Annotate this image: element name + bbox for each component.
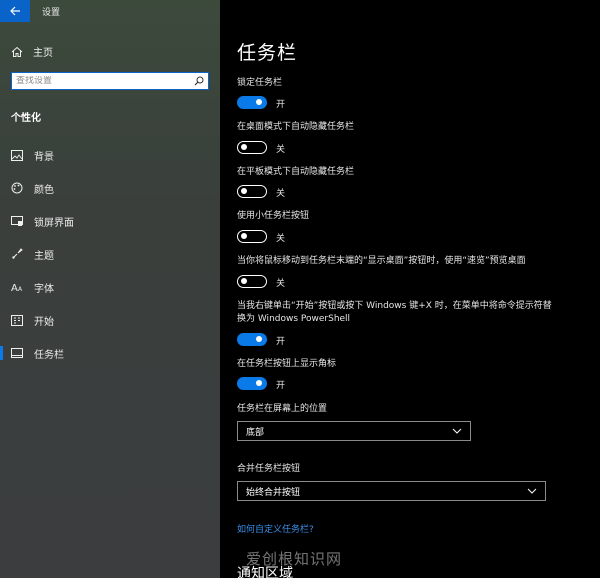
- toggle-knob: [241, 233, 247, 239]
- sidebar-item-themes[interactable]: 主题: [0, 243, 220, 265]
- sidebar-item-colors[interactable]: 颜色: [0, 177, 220, 199]
- page-title: 任务栏: [237, 42, 298, 64]
- search-input[interactable]: [16, 76, 194, 86]
- toggle-state-text: 开: [276, 337, 286, 347]
- combine-select[interactable]: 始终合并按钮: [237, 481, 546, 501]
- sidebar-item-taskbar[interactable]: 任务栏: [0, 342, 220, 364]
- toggle-state-text: 关: [276, 189, 286, 199]
- home-link[interactable]: 主页: [11, 44, 53, 59]
- toggle-state-text: 关: [276, 145, 286, 155]
- home-label: 主页: [33, 48, 53, 59]
- search-icon[interactable]: [194, 76, 204, 86]
- setting-label-position: 任务栏在屏幕上的位置: [237, 404, 328, 414]
- setting-label-peek: 当你将鼠标移动到任务栏末端的“显示桌面”按钮时，使用“速览”预览桌面: [237, 256, 526, 266]
- help-link[interactable]: 如何自定义任务栏?: [237, 522, 314, 535]
- back-button[interactable]: [0, 0, 30, 22]
- toggle-state-text: 开: [276, 100, 286, 110]
- sidebar-item-label: 颜色: [34, 184, 54, 196]
- toggle-knob: [256, 380, 262, 386]
- sidebar: 设置 主页 个性化 背景 颜色 锁屏界面: [0, 0, 220, 578]
- setting-label-small-buttons: 使用小任务栏按钮: [237, 211, 310, 221]
- toggle-autohide-tablet[interactable]: [237, 185, 267, 198]
- watermark: 爱创根知识网: [246, 550, 343, 568]
- toggle-knob: [256, 336, 262, 342]
- back-arrow-icon: [9, 6, 20, 16]
- image-icon: [11, 149, 23, 161]
- sidebar-item-label: 任务栏: [34, 349, 64, 361]
- sidebar-item-fonts[interactable]: AA 字体: [0, 276, 220, 298]
- toggle-knob: [256, 99, 262, 105]
- sidebar-item-start[interactable]: 开始: [0, 309, 220, 331]
- section-header-personalization: 个性化: [11, 113, 41, 124]
- start-menu-icon: [11, 314, 23, 326]
- setting-label-lock-taskbar: 锁定任务栏: [237, 78, 283, 88]
- toggle-small-buttons[interactable]: [237, 230, 267, 243]
- home-icon: [11, 46, 23, 57]
- sidebar-item-lock-screen[interactable]: 锁屏界面: [0, 210, 220, 232]
- toggle-knob: [241, 188, 247, 194]
- toggle-badges[interactable]: [237, 377, 267, 390]
- title-bar: 设置: [0, 0, 220, 22]
- sidebar-item-label: 主题: [34, 250, 54, 262]
- lock-screen-icon: [11, 215, 23, 227]
- toggle-knob: [241, 278, 247, 284]
- position-select[interactable]: 底部: [237, 421, 471, 441]
- font-icon: AA: [11, 281, 23, 293]
- main-panel: 任务栏 锁定任务栏 开 在桌面模式下自动隐藏任务栏 关 在平板模式下自动隐藏任务…: [220, 0, 600, 578]
- toggle-autohide-desktop[interactable]: [237, 141, 267, 154]
- taskbar-icon: [11, 347, 23, 359]
- search-box[interactable]: [11, 72, 209, 90]
- sidebar-item-background[interactable]: 背景: [0, 144, 220, 166]
- svg-text:A: A: [11, 283, 18, 293]
- setting-label-powershell: 当我右键单击“开始”按钮或按下 Windows 键+X 时，在菜单中将命令提示符…: [237, 301, 552, 324]
- setting-label-combine: 合并任务栏按钮: [237, 464, 301, 474]
- toggle-knob: [241, 144, 247, 150]
- sidebar-item-label: 字体: [34, 283, 54, 295]
- combine-select-value: 始终合并按钮: [246, 487, 301, 498]
- toggle-peek[interactable]: [237, 275, 267, 288]
- svg-text:A: A: [18, 286, 23, 293]
- window-title: 设置: [42, 7, 61, 18]
- chevron-down-icon: [527, 488, 537, 494]
- toggle-state-text: 开: [276, 381, 286, 391]
- sidebar-item-label: 锁屏界面: [34, 217, 74, 229]
- toggle-lock-taskbar[interactable]: [237, 96, 267, 109]
- chevron-down-icon: [452, 428, 462, 434]
- toggle-powershell[interactable]: [237, 333, 267, 346]
- toggle-state-text: 关: [276, 234, 286, 244]
- toggle-state-text: 关: [276, 279, 286, 289]
- sidebar-item-label: 开始: [34, 316, 54, 328]
- sidebar-item-label: 背景: [34, 151, 54, 163]
- setting-label-autohide-desktop: 在桌面模式下自动隐藏任务栏: [237, 122, 355, 132]
- position-select-value: 底部: [246, 427, 265, 438]
- setting-label-autohide-tablet: 在平板模式下自动隐藏任务栏: [237, 167, 355, 177]
- theme-brush-icon: [11, 248, 23, 260]
- setting-label-badges: 在任务栏按钮上显示角标: [237, 359, 337, 369]
- palette-icon: [11, 182, 23, 194]
